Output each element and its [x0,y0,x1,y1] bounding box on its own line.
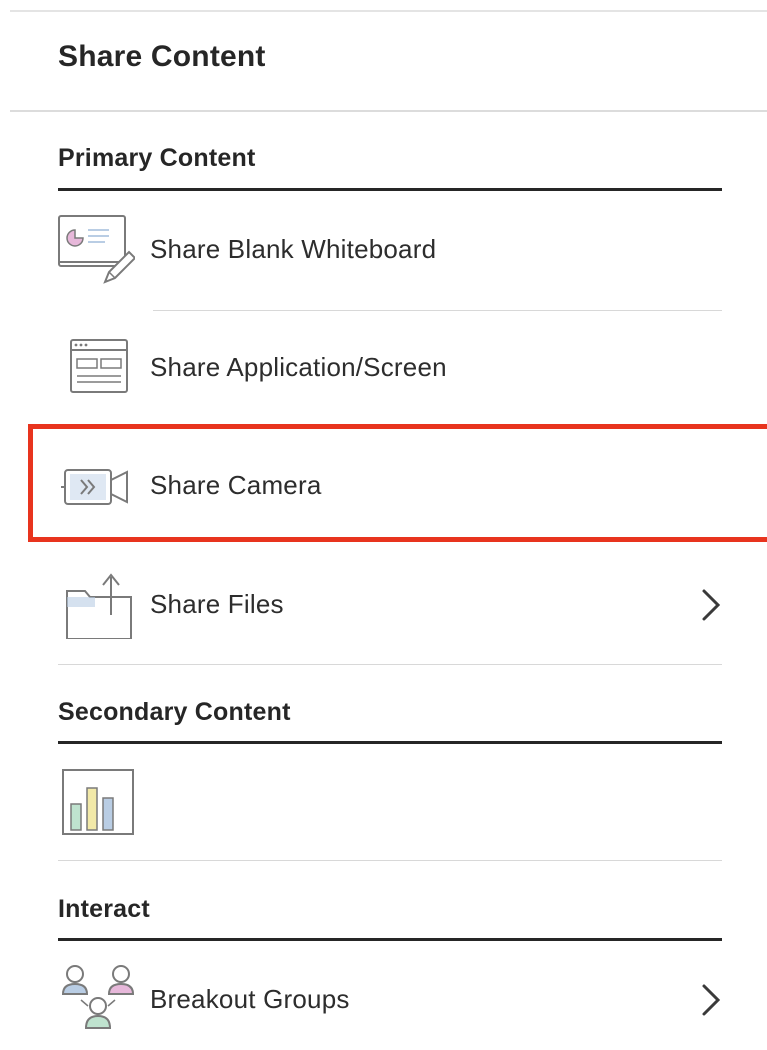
section-divider-primary [58,188,722,191]
option-label: Breakout Groups [150,984,350,1014]
share-content-panel: Share Content Primary Content Share Blan… [0,0,767,1050]
section-heading-interact: Interact [58,895,150,923]
title-divider [10,110,767,112]
highlight-box [28,424,767,542]
breakout-groups-icon [61,965,135,1029]
polling-option[interactable] [50,752,730,852]
row-divider [58,860,722,861]
panel-title: Share Content [58,40,266,73]
share-blank-whiteboard-option[interactable]: Share Blank Whiteboard [50,200,730,300]
option-label: Share Application/Screen [150,352,447,382]
folder-upload-icon [66,573,132,639]
chevron-right-icon [702,984,721,1016]
polling-chart-icon [62,769,134,835]
row-divider [153,310,722,311]
chevron-right-icon [702,589,721,621]
whiteboard-icon [58,215,135,284]
share-files-option[interactable]: Share Files [50,555,730,655]
top-divider [10,10,767,12]
section-heading-primary: Primary Content [58,144,256,172]
application-screen-icon [70,339,128,393]
row-divider [58,664,722,665]
breakout-groups-option[interactable]: Breakout Groups [50,950,730,1050]
share-application-screen-option[interactable]: Share Application/Screen [50,318,730,418]
section-divider-interact [58,938,722,941]
option-label: Share Blank Whiteboard [150,234,437,264]
section-divider-secondary [58,741,722,744]
section-heading-secondary: Secondary Content [58,698,291,726]
option-label: Share Files [150,589,284,619]
